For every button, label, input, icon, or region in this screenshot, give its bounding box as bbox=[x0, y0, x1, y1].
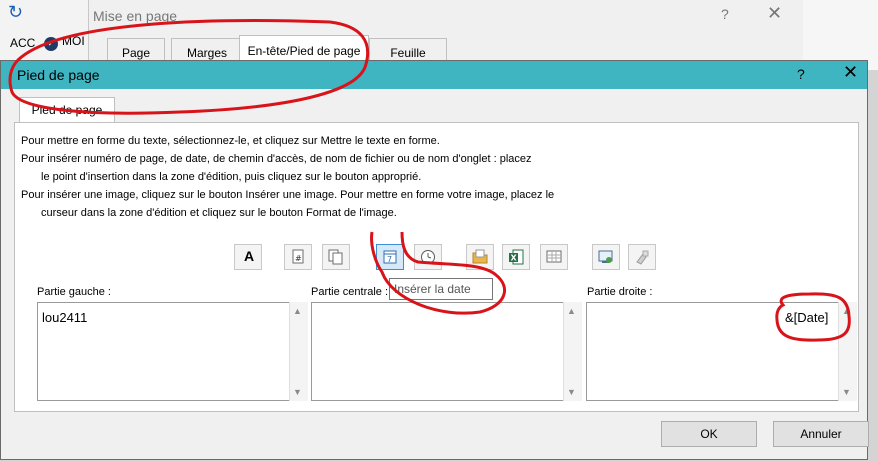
ok-button[interactable]: OK bbox=[661, 421, 757, 447]
help-icon[interactable]: ? bbox=[797, 66, 805, 82]
left-scrollbar[interactable]: ▲ ▼ bbox=[289, 302, 308, 401]
footer-dialog: Pied de page ? ✕ Pied de page Pour mettr… bbox=[0, 60, 869, 460]
right-section-input[interactable]: &[Date] bbox=[586, 302, 856, 401]
page-number-button[interactable]: # bbox=[284, 244, 312, 270]
insert-time-button[interactable] bbox=[414, 244, 442, 270]
insert-date-icon: 7 bbox=[383, 250, 397, 264]
format-text-button[interactable]: A bbox=[234, 244, 262, 270]
right-scrollbar[interactable]: ▲ ▼ bbox=[838, 302, 857, 401]
dialog-title: Pied de page bbox=[17, 67, 100, 83]
background-label: ACC bbox=[10, 36, 36, 50]
tab-footer[interactable]: Pied de page bbox=[19, 97, 115, 123]
center-section-input[interactable] bbox=[311, 302, 581, 401]
page-number-icon: # bbox=[292, 249, 304, 264]
excel-file-icon: X bbox=[509, 249, 524, 265]
insert-date-button[interactable]: 7 bbox=[376, 244, 404, 270]
left-section-text: lou2411 bbox=[42, 310, 88, 325]
page-count-icon bbox=[328, 249, 343, 265]
close-icon[interactable]: ✕ bbox=[767, 3, 782, 24]
insert-picture-button[interactable] bbox=[592, 244, 620, 270]
sheet-name-button[interactable] bbox=[540, 244, 568, 270]
sheet-icon bbox=[546, 250, 562, 263]
right-section-text: &[Date] bbox=[785, 310, 829, 325]
file-path-button[interactable] bbox=[466, 244, 494, 270]
svg-text:#: # bbox=[295, 254, 302, 263]
left-section-label: Partie gauche : bbox=[37, 286, 111, 298]
scroll-up-icon[interactable]: ▲ bbox=[842, 306, 851, 316]
svg-text:X: X bbox=[511, 254, 518, 263]
scroll-up-icon[interactable]: ▲ bbox=[293, 306, 302, 316]
folder-icon bbox=[472, 249, 488, 264]
instruction-line: Pour mettre en forme du texte, sélection… bbox=[21, 135, 440, 147]
format-text-icon: A bbox=[244, 248, 255, 264]
scroll-down-icon[interactable]: ▼ bbox=[567, 387, 576, 397]
background-label-2: MOI bbox=[62, 34, 85, 48]
file-name-button[interactable]: X bbox=[502, 244, 530, 270]
tooltip-insert-date: Insérer la date bbox=[389, 278, 493, 300]
instruction-line: Pour insérer une image, cliquez sur le b… bbox=[21, 189, 555, 201]
user-badge-icon: ✓ bbox=[44, 37, 58, 51]
instruction-line: curseur dans la zone d'édition et clique… bbox=[41, 207, 397, 219]
center-scrollbar[interactable]: ▲ ▼ bbox=[563, 302, 582, 401]
instruction-line: le point d'insertion dans la zone d'édit… bbox=[41, 171, 422, 183]
dialog-title-bar: Pied de page ? ✕ bbox=[1, 61, 867, 89]
scroll-up-icon[interactable]: ▲ bbox=[567, 306, 576, 316]
scroll-down-icon[interactable]: ▼ bbox=[842, 387, 851, 397]
right-section-label: Partie droite : bbox=[587, 286, 653, 298]
svg-text:7: 7 bbox=[387, 255, 392, 264]
instruction-line: Pour insérer numéro de page, de date, de… bbox=[21, 153, 532, 165]
refresh-icon: ↻ bbox=[8, 2, 24, 22]
page-setup-dialog: Mise en page ? ✕ Page Marges En-tête/Pie… bbox=[88, 0, 803, 69]
page-setup-title: Mise en page bbox=[93, 8, 178, 24]
left-section-input[interactable]: lou2411 bbox=[37, 302, 307, 401]
picture-icon bbox=[598, 250, 613, 263]
page-count-button[interactable] bbox=[322, 244, 350, 270]
insert-time-icon bbox=[421, 250, 435, 264]
format-picture-button[interactable] bbox=[628, 244, 656, 270]
close-icon[interactable]: ✕ bbox=[843, 62, 858, 83]
scroll-down-icon[interactable]: ▼ bbox=[293, 387, 302, 397]
cancel-button[interactable]: Annuler bbox=[773, 421, 869, 447]
format-picture-icon bbox=[636, 250, 649, 265]
help-icon[interactable]: ? bbox=[721, 6, 729, 22]
center-section-label: Partie centrale : bbox=[311, 286, 389, 298]
